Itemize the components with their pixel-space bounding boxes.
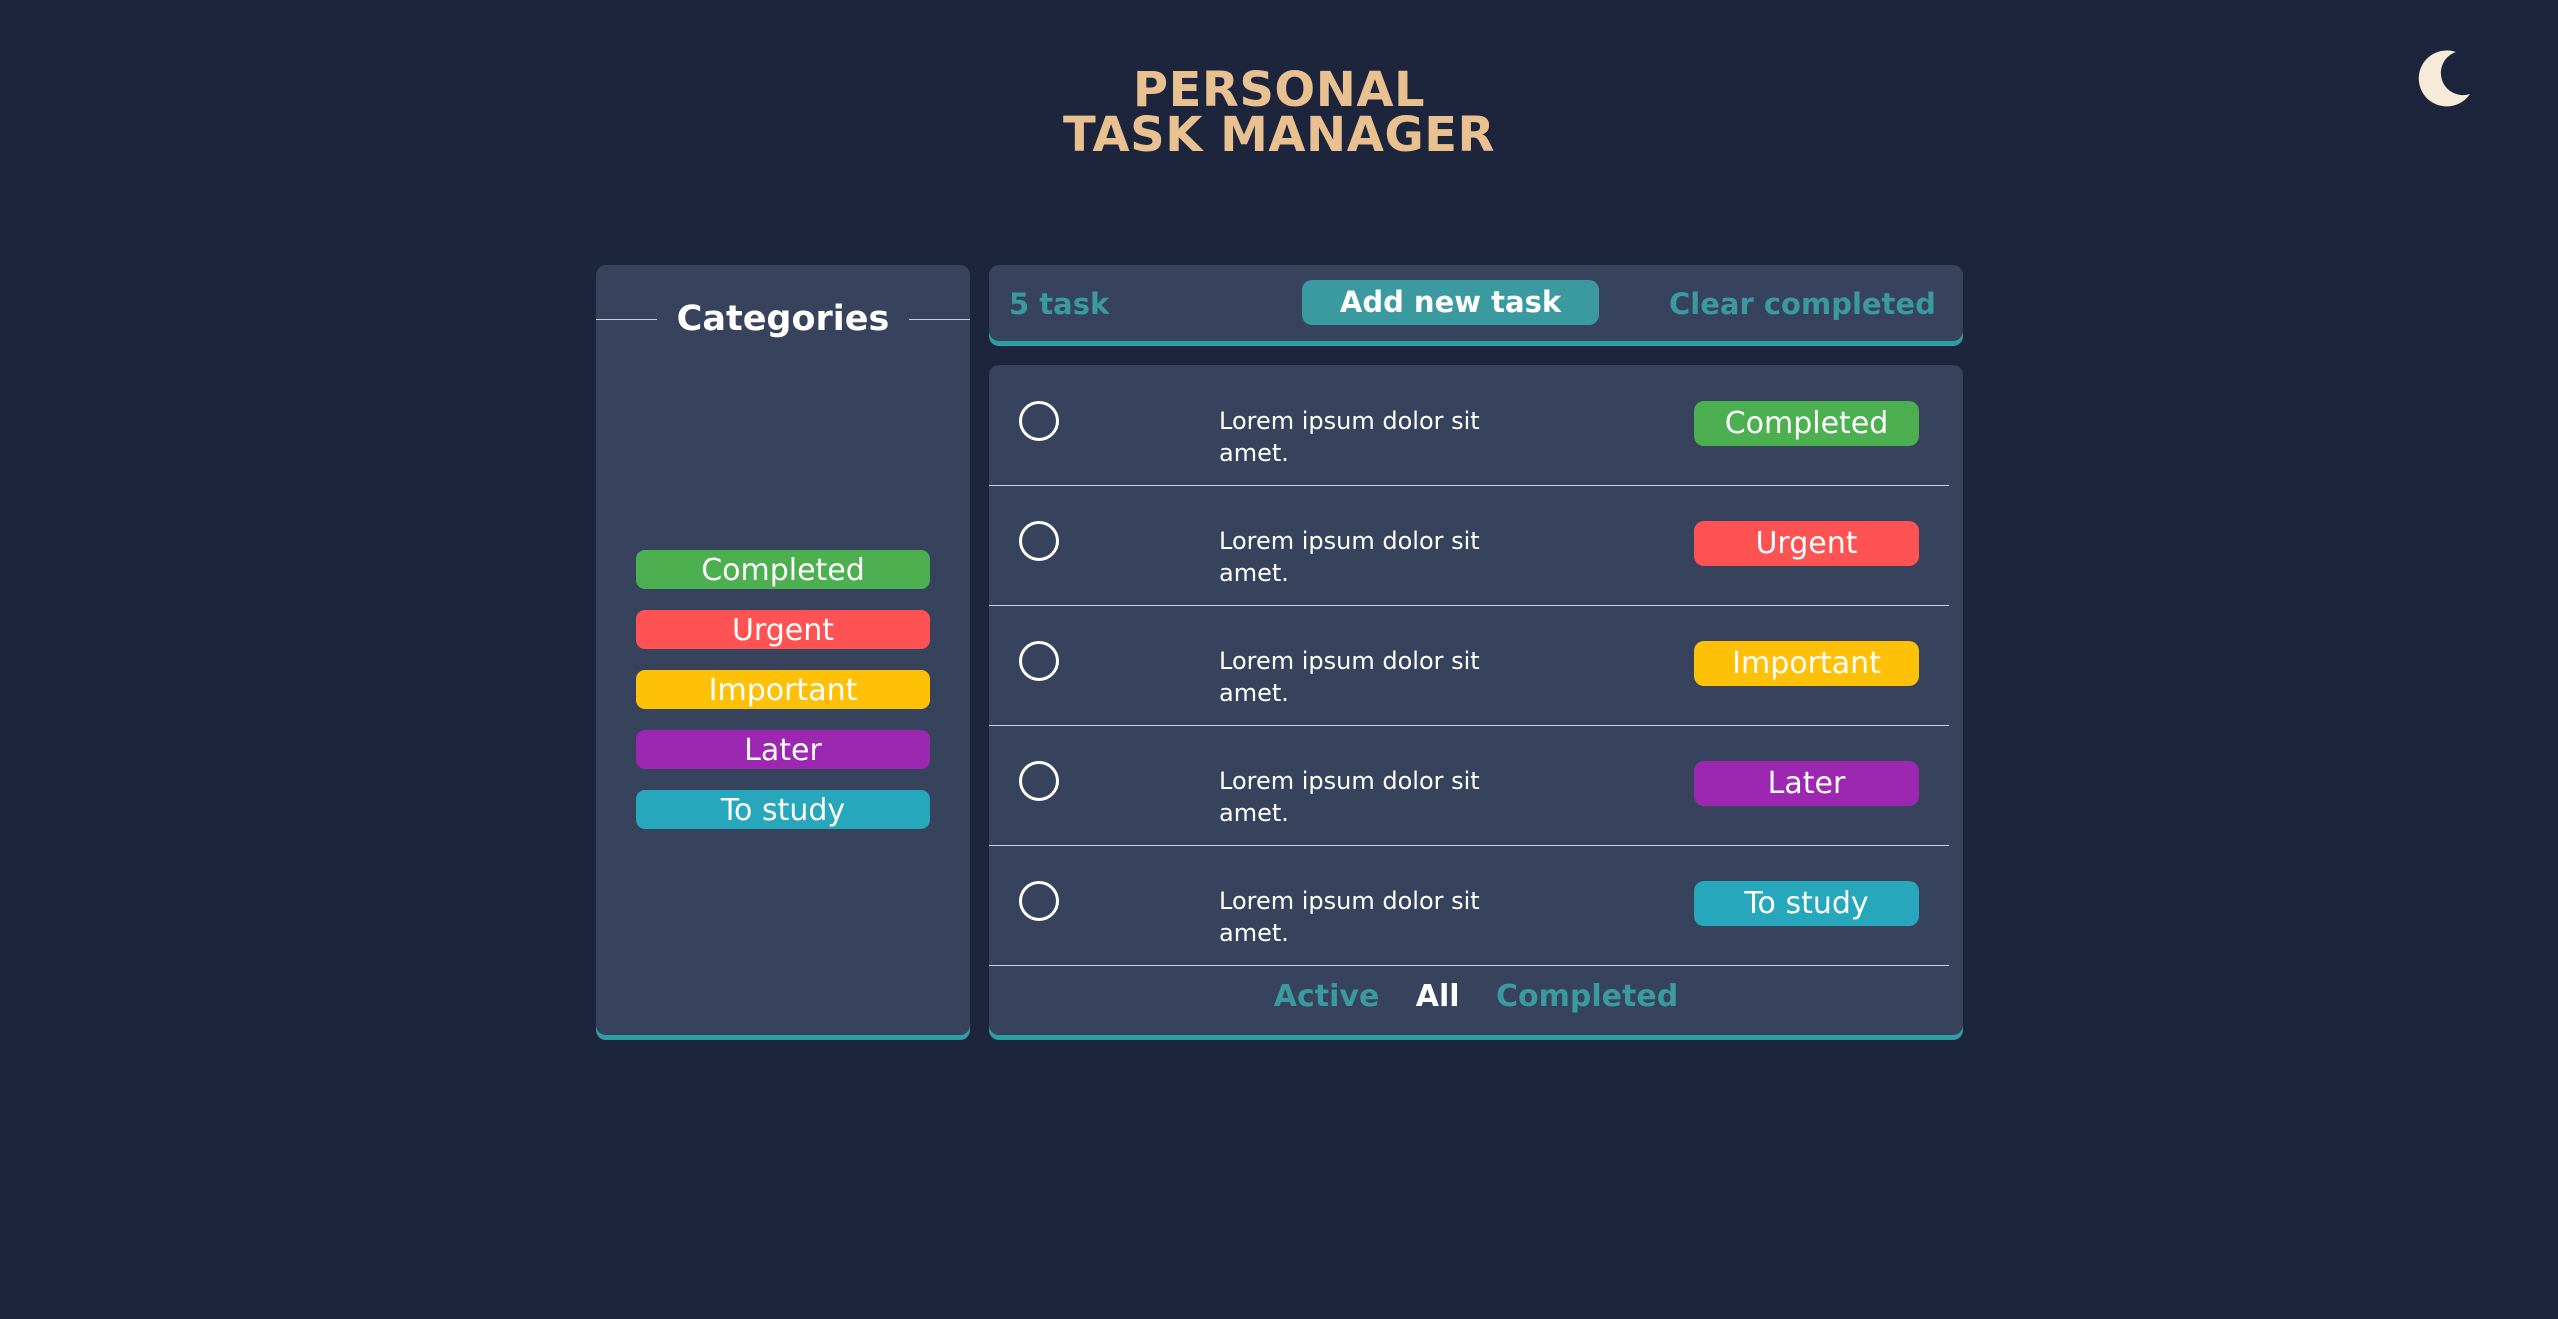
task-text: Lorem ipsum dolor sit amet. (1219, 407, 1480, 467)
category-list: Completed Urgent Important Later To stud… (636, 550, 930, 850)
category-completed[interactable]: Completed (636, 550, 930, 589)
task-text: Lorem ipsum dolor sit amet. (1219, 647, 1480, 707)
task-checkbox[interactable] (1019, 401, 1059, 441)
task-toolbar: 5 task Add new task Clear completed (989, 265, 1963, 341)
task-checkbox[interactable] (1019, 521, 1059, 561)
category-urgent[interactable]: Urgent (636, 610, 930, 649)
task-tag-to-study: To study (1694, 881, 1919, 926)
filter-bar: Active All Completed (989, 977, 1963, 1017)
moon-icon (2418, 50, 2470, 107)
task-row: Lorem ipsum dolor sit amet. To study (989, 845, 1949, 966)
add-task-button[interactable]: Add new task (1302, 280, 1599, 325)
category-important[interactable]: Important (636, 670, 930, 709)
categories-heading-label: Categories (676, 299, 890, 339)
task-text: Lorem ipsum dolor sit amet. (1219, 887, 1480, 947)
categories-heading: Categories (596, 297, 971, 341)
task-checkbox[interactable] (1019, 761, 1059, 801)
task-tag-urgent: Urgent (1694, 521, 1919, 566)
filter-completed[interactable]: Completed (1496, 977, 1678, 1017)
task-tag-completed: Completed (1694, 401, 1919, 446)
heading-rule-left (596, 318, 657, 320)
page-title: PERSONAL TASK MANAGER (0, 66, 2558, 163)
task-tag-important: Important (1694, 641, 1919, 686)
categories-panel: Categories Completed Urgent Important La… (596, 265, 971, 1035)
task-row: Lorem ipsum dolor sit amet. Urgent (989, 485, 1949, 606)
task-count: 5 task (1009, 287, 1110, 321)
task-row: Lorem ipsum dolor sit amet. Later (989, 725, 1949, 846)
category-later[interactable]: Later (636, 730, 930, 769)
task-text: Lorem ipsum dolor sit amet. (1219, 767, 1480, 827)
task-row: Lorem ipsum dolor sit amet. Important (989, 605, 1949, 726)
task-tag-later: Later (1694, 761, 1919, 806)
clear-completed-button[interactable]: Clear completed (1669, 285, 1936, 323)
task-list-panel: Lorem ipsum dolor sit amet. Completed Lo… (989, 365, 1963, 1035)
category-to-study[interactable]: To study (636, 790, 930, 829)
task-checkbox[interactable] (1019, 881, 1059, 921)
title-line-task-manager: TASK MANAGER (1062, 107, 1496, 163)
filter-all[interactable]: All (1416, 977, 1460, 1017)
task-checkbox[interactable] (1019, 641, 1059, 681)
task-row: Lorem ipsum dolor sit amet. Completed (989, 365, 1949, 486)
theme-toggle-button[interactable] (2416, 46, 2476, 110)
filter-active[interactable]: Active (1274, 977, 1380, 1017)
heading-rule-right (909, 318, 971, 320)
task-text: Lorem ipsum dolor sit amet. (1219, 527, 1480, 587)
